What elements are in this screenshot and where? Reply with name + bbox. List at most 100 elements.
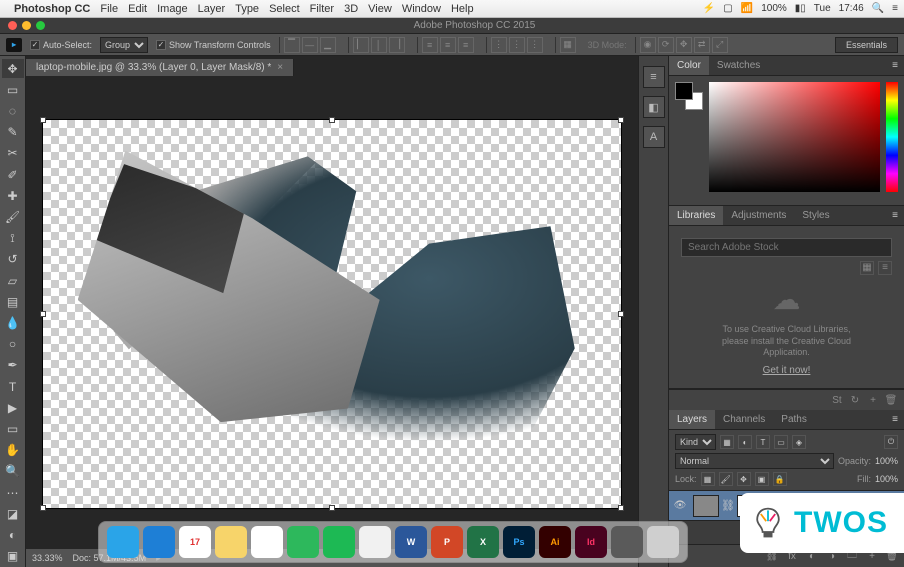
- filter-type-icon[interactable]: T: [756, 435, 770, 449]
- transform-handle[interactable]: [618, 505, 624, 511]
- cc-get-it-link[interactable]: Get it now!: [763, 365, 811, 376]
- panel-menu-icon[interactable]: ≡: [886, 206, 904, 225]
- pen-tool[interactable]: ✒: [2, 356, 24, 375]
- crop-tool[interactable]: ✂: [2, 144, 24, 163]
- edit-toolbar[interactable]: ⋯: [2, 483, 24, 502]
- quick-select-tool[interactable]: ✎: [2, 123, 24, 142]
- dock-indesign[interactable]: Id: [575, 526, 607, 558]
- menu-help[interactable]: Help: [451, 3, 474, 15]
- blur-tool[interactable]: 💧: [2, 313, 24, 332]
- menu-3d[interactable]: 3D: [344, 3, 358, 15]
- delete-icon[interactable]: 🗑: [884, 393, 898, 407]
- history-panel-icon[interactable]: ≡: [643, 66, 665, 88]
- move-tool[interactable]: ✥: [2, 59, 24, 78]
- filter-shape-icon[interactable]: ▭: [774, 435, 788, 449]
- type-tool[interactable]: T: [2, 377, 24, 396]
- canvas[interactable]: [42, 119, 622, 509]
- menu-app-name[interactable]: Photoshop CC: [14, 3, 90, 15]
- tab-adjustments[interactable]: Adjustments: [723, 206, 794, 225]
- tab-swatches[interactable]: Swatches: [709, 56, 768, 75]
- hand-tool[interactable]: ✋: [2, 441, 24, 460]
- align-top-icon[interactable]: ▔: [284, 37, 300, 53]
- hue-slider[interactable]: [886, 82, 898, 192]
- menu-type[interactable]: Type: [235, 3, 259, 15]
- dock-preview[interactable]: [611, 526, 643, 558]
- foreground-color-swatch[interactable]: [675, 82, 693, 100]
- stock-icon[interactable]: St: [830, 393, 844, 407]
- panel-menu-icon[interactable]: ≡: [886, 56, 904, 75]
- dock-calendar[interactable]: 17: [179, 526, 211, 558]
- history-brush-tool[interactable]: ↺: [2, 250, 24, 269]
- dock-powerpoint[interactable]: P: [431, 526, 463, 558]
- battery-icon[interactable]: ▮▯: [795, 3, 806, 14]
- filter-smart-icon[interactable]: ◈: [792, 435, 806, 449]
- stock-search-input[interactable]: [681, 238, 892, 257]
- dock-photos[interactable]: [251, 526, 283, 558]
- tab-color[interactable]: Color: [669, 56, 709, 75]
- workspace-switcher[interactable]: Essentials: [835, 37, 898, 53]
- spotlight-icon[interactable]: 🔍: [872, 3, 884, 14]
- dock-safari[interactable]: [143, 526, 175, 558]
- zoom-tool[interactable]: 🔍: [2, 462, 24, 481]
- zoom-level[interactable]: 33.33%: [32, 553, 63, 563]
- character-panel-icon[interactable]: A: [643, 126, 665, 148]
- lasso-tool[interactable]: ◌: [2, 101, 24, 120]
- menu-window[interactable]: Window: [402, 3, 441, 15]
- panel-menu-icon[interactable]: ≡: [886, 410, 904, 429]
- screen-mode-toggle[interactable]: ▣: [2, 547, 24, 566]
- menu-image[interactable]: Image: [157, 3, 188, 15]
- distribute-vcenter-icon[interactable]: ≡: [440, 37, 456, 53]
- notification-center-icon[interactable]: ≡: [892, 3, 898, 14]
- airplay-icon[interactable]: ▢: [723, 3, 732, 14]
- close-tab-icon[interactable]: ×: [277, 62, 283, 73]
- move-tool-icon[interactable]: ▸: [6, 38, 22, 52]
- layer-filter-kind[interactable]: Kind: [675, 434, 716, 450]
- lock-artboard-icon[interactable]: ▣: [755, 472, 769, 486]
- tab-channels[interactable]: Channels: [715, 410, 773, 429]
- fill-value[interactable]: 100%: [875, 474, 898, 484]
- menu-file[interactable]: File: [100, 3, 118, 15]
- quick-mask-toggle[interactable]: ◐: [2, 525, 24, 544]
- blend-mode-dropdown[interactable]: Normal: [675, 453, 834, 469]
- dock-notes[interactable]: [215, 526, 247, 558]
- path-select-tool[interactable]: ▶: [2, 398, 24, 417]
- distribute-right-icon[interactable]: ⋮: [527, 37, 543, 53]
- lock-position-icon[interactable]: ✥: [737, 472, 751, 486]
- dock-word[interactable]: W: [395, 526, 427, 558]
- properties-panel-icon[interactable]: ◧: [643, 96, 665, 118]
- menu-view[interactable]: View: [368, 3, 392, 15]
- align-bottom-icon[interactable]: ▁: [320, 37, 336, 53]
- transform-handle[interactable]: [329, 505, 335, 511]
- filter-adjustment-icon[interactable]: ◐: [738, 435, 752, 449]
- window-zoom-button[interactable]: [36, 21, 45, 30]
- wifi-icon[interactable]: ⚡: [703, 3, 715, 14]
- tab-libraries[interactable]: Libraries: [669, 206, 723, 225]
- eyedropper-tool[interactable]: ✐: [2, 165, 24, 184]
- transform-handle[interactable]: [618, 117, 624, 123]
- transform-handle[interactable]: [40, 311, 46, 317]
- align-left-icon[interactable]: ▏: [353, 37, 369, 53]
- tab-styles[interactable]: Styles: [794, 206, 837, 225]
- cloud-sync-icon[interactable]: ↻: [848, 393, 862, 407]
- auto-align-icon[interactable]: ▦: [560, 37, 576, 53]
- menu-select[interactable]: Select: [269, 3, 300, 15]
- lock-transparent-icon[interactable]: ▦: [701, 472, 715, 486]
- dock-finder[interactable]: [107, 526, 139, 558]
- window-minimize-button[interactable]: [22, 21, 31, 30]
- opacity-value[interactable]: 100%: [875, 456, 898, 466]
- add-content-icon[interactable]: +: [866, 393, 880, 407]
- eraser-tool[interactable]: ▱: [2, 271, 24, 290]
- menu-layer[interactable]: Layer: [198, 3, 226, 15]
- distribute-hcenter-icon[interactable]: ⋮: [509, 37, 525, 53]
- filter-pixel-icon[interactable]: ▦: [720, 435, 734, 449]
- menu-filter[interactable]: Filter: [310, 3, 334, 15]
- auto-select-checkbox[interactable]: ✓Auto-Select:: [30, 40, 92, 50]
- canvas-viewport[interactable]: [26, 78, 638, 549]
- fg-bg-swatch[interactable]: ◪: [2, 504, 24, 523]
- dodge-tool[interactable]: ○: [2, 335, 24, 354]
- view-list-icon[interactable]: ≡: [878, 261, 892, 275]
- transform-handle[interactable]: [40, 117, 46, 123]
- align-vcenter-icon[interactable]: —: [302, 37, 318, 53]
- healing-tool[interactable]: ✚: [2, 186, 24, 205]
- distribute-top-icon[interactable]: ≡: [422, 37, 438, 53]
